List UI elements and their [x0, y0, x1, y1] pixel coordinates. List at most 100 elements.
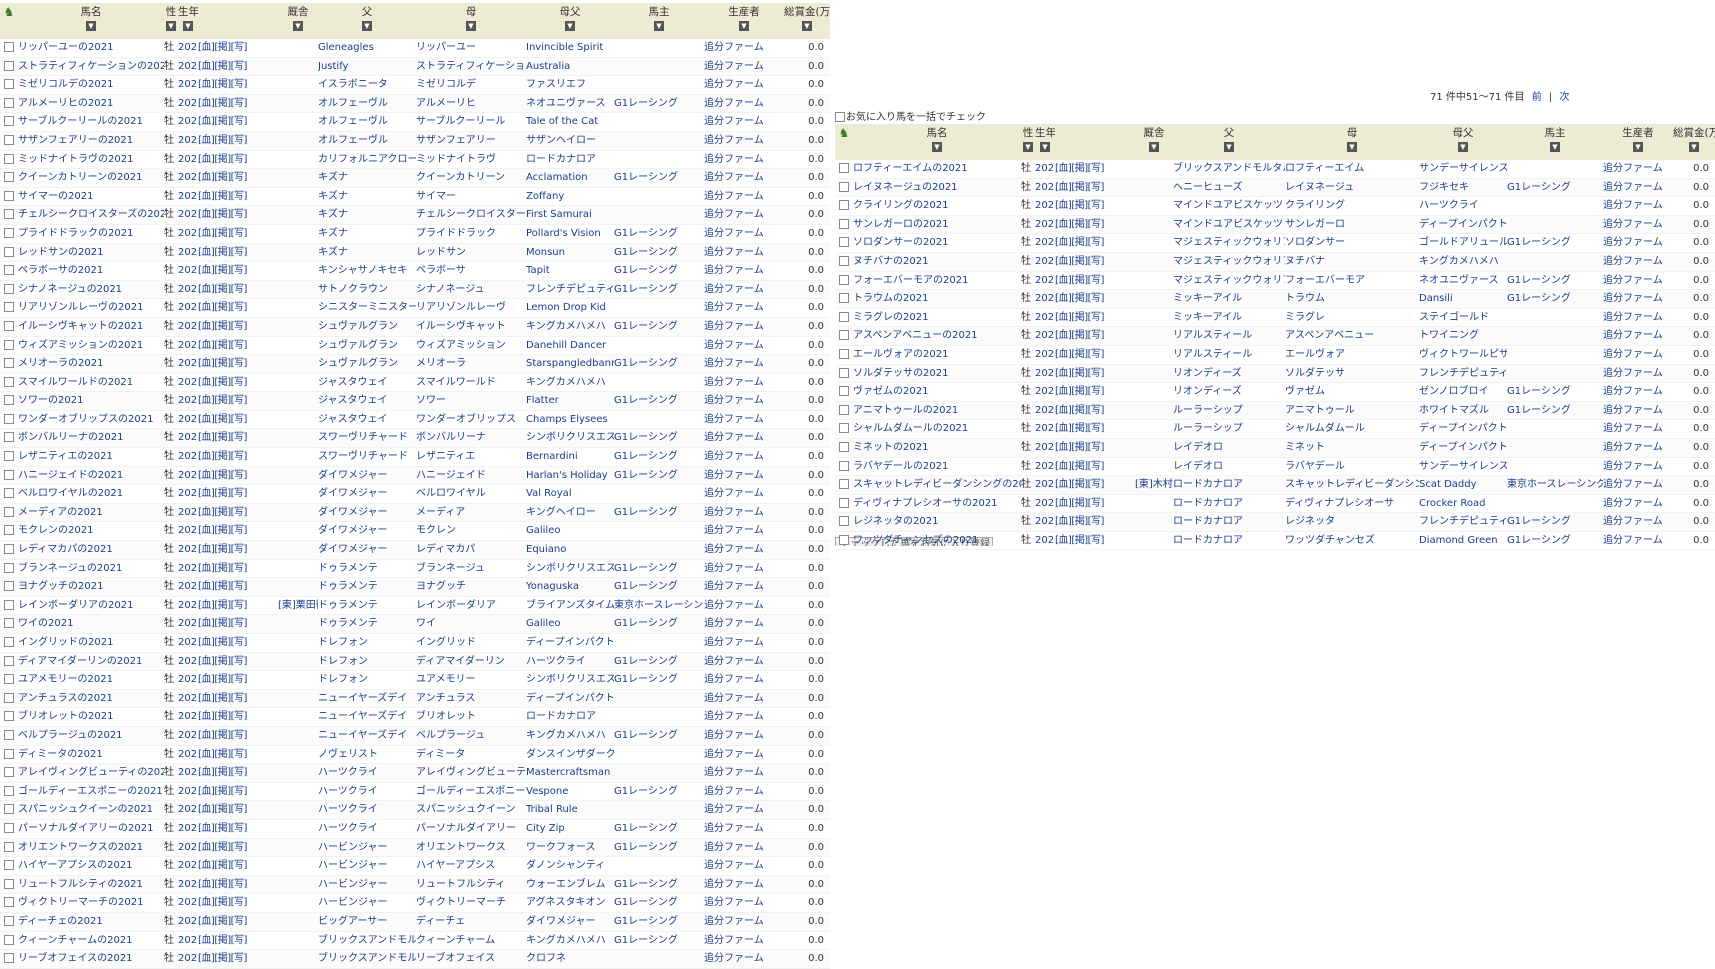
birth-year-link[interactable]: 2021 — [178, 172, 198, 183]
owner-link[interactable]: G1レーシング — [614, 730, 678, 741]
birth-year-link[interactable]: 2021 — [1035, 498, 1055, 509]
photo-link[interactable]: [写] — [231, 525, 248, 536]
breeder-link[interactable]: 追分ファーム — [704, 172, 764, 183]
bbs-link[interactable]: [掲] — [214, 395, 231, 406]
horse-name-link[interactable]: リーブオフェイスの2021 — [18, 953, 133, 964]
dam-link[interactable]: ディミータ — [416, 749, 465, 760]
bbs-link[interactable]: [掲] — [214, 749, 231, 760]
photo-link[interactable]: [写] — [1088, 256, 1105, 267]
damsire-link[interactable]: Starspangledbanner — [526, 358, 614, 369]
blood-link[interactable]: [血] — [198, 525, 215, 536]
photo-link[interactable]: [写] — [231, 711, 248, 722]
blood-link[interactable]: [血] — [198, 321, 215, 332]
blood-link[interactable]: [血] — [198, 209, 215, 220]
photo-link[interactable]: [写] — [231, 786, 248, 797]
owner-link[interactable]: G1レーシング — [614, 470, 678, 481]
dam-link[interactable]: ミッドナイトラヴ — [416, 154, 496, 165]
sire-link[interactable]: レイデオロ — [1173, 442, 1223, 453]
bbs-link[interactable]: [掲] — [214, 98, 231, 109]
dam-link[interactable]: フォーエバーモア — [1285, 275, 1365, 286]
damsire-link[interactable]: ロードカナロア — [526, 711, 596, 722]
breeder-link[interactable]: 追分ファーム — [704, 618, 764, 629]
bbs-link[interactable]: [掲] — [214, 284, 231, 295]
dam-link[interactable]: シナノネージュ — [416, 284, 485, 295]
blood-link[interactable]: [血] — [198, 470, 215, 481]
horse-name-link[interactable]: メーディアの2021 — [18, 507, 103, 518]
birth-year-link[interactable]: 2021 — [178, 730, 198, 741]
horse-name-link[interactable]: ブランネージュの2021 — [18, 563, 122, 574]
breeder-link[interactable]: 追分ファーム — [704, 321, 764, 332]
damsire-link[interactable]: Australia — [526, 61, 570, 72]
breeder-link[interactable]: 追分ファーム — [1603, 219, 1663, 230]
pager-next-link[interactable]: 次 — [1559, 92, 1569, 103]
horse-name-link[interactable]: チェルシークロイスターズの2021 — [18, 209, 164, 220]
birth-year-link[interactable]: 2021 — [1035, 293, 1055, 304]
blood-link[interactable]: [血] — [1055, 312, 1072, 323]
horse-name-link[interactable]: ソロダンサーの2021 — [853, 237, 948, 248]
bbs-link[interactable]: [掲] — [214, 804, 231, 815]
breeder-link[interactable]: 追分ファーム — [1603, 461, 1663, 472]
birth-year-link[interactable]: 2021 — [178, 79, 198, 90]
sire-link[interactable]: ハービンジャー — [318, 860, 388, 871]
sire-link[interactable]: Justify — [318, 61, 348, 72]
horse-name-link[interactable]: フォーエバーモアの2021 — [853, 275, 968, 286]
photo-link[interactable]: [写] — [231, 749, 248, 760]
sire-link[interactable]: ミッキーアイル — [1173, 293, 1242, 304]
photo-link[interactable]: [写] — [231, 507, 248, 518]
photo-link[interactable]: [写] — [231, 935, 248, 946]
horse-name-link[interactable]: サイマーの2021 — [18, 191, 93, 202]
breeder-link[interactable]: 追分ファーム — [704, 135, 764, 146]
birth-year-link[interactable]: 2021 — [178, 786, 198, 797]
birth-year-link[interactable]: 2021 — [178, 432, 198, 443]
bbs-link[interactable]: [掲] — [214, 377, 231, 388]
sire-link[interactable]: シニスターミニスター — [318, 302, 416, 313]
horse-name-link[interactable]: ゴールディーエスポニーの2021 — [18, 786, 163, 797]
damsire-link[interactable]: Invincible Spirit — [526, 42, 603, 53]
photo-link[interactable]: [写] — [231, 730, 248, 741]
breeder-link[interactable]: 追分ファーム — [704, 61, 764, 72]
bbs-link[interactable]: [掲] — [1071, 368, 1088, 379]
breeder-link[interactable]: 追分ファーム — [704, 767, 764, 778]
photo-link[interactable]: [写] — [231, 860, 248, 871]
breeder-link[interactable]: 追分ファーム — [1603, 330, 1663, 341]
checkbox-icon[interactable] — [4, 934, 14, 945]
horse-name-link[interactable]: ヨナグッチの2021 — [18, 581, 103, 592]
sort-money-icon[interactable]: ▼ — [802, 21, 812, 31]
blood-link[interactable]: [血] — [198, 265, 215, 276]
owner-link[interactable]: G1レーシング — [614, 358, 678, 369]
bbs-link[interactable]: [掲] — [214, 191, 231, 202]
photo-link[interactable]: [写] — [1088, 461, 1105, 472]
dam-link[interactable]: サザンフェアリー — [416, 135, 496, 146]
damsire-link[interactable]: サンデーサイレンス — [1419, 163, 1507, 174]
checkbox-icon[interactable] — [4, 525, 14, 536]
blood-link[interactable]: [血] — [198, 61, 215, 72]
breeder-link[interactable]: 追分ファーム — [704, 823, 764, 834]
sire-link[interactable]: シュヴァルグラン — [318, 321, 398, 332]
birth-year-link[interactable]: 2021 — [1035, 479, 1055, 490]
owner-link[interactable]: G1レーシング — [1507, 516, 1571, 527]
dam-link[interactable]: ストラティフィケーション — [416, 61, 526, 72]
birth-year-link[interactable]: 2021 — [1035, 349, 1055, 360]
photo-link[interactable]: [写] — [231, 191, 248, 202]
sire-link[interactable]: ニューイヤーズデイ — [318, 730, 407, 741]
horse-name-link[interactable]: ベルプラージュの2021 — [18, 730, 123, 741]
breeder-link[interactable]: 追分ファーム — [1603, 405, 1663, 416]
photo-link[interactable]: [写] — [231, 656, 248, 667]
owner-link[interactable]: G1レーシング — [614, 786, 678, 797]
horse-name-link[interactable]: リュートフルシティの2021 — [18, 879, 143, 890]
blood-link[interactable]: [血] — [198, 860, 215, 871]
damsire-link[interactable]: ダノンシャンティ — [526, 860, 605, 871]
bbs-link[interactable]: [掲] — [1071, 442, 1088, 453]
checkbox-icon[interactable] — [4, 469, 14, 480]
breeder-link[interactable]: 追分ファーム — [1603, 182, 1663, 193]
birth-year-link[interactable]: 2021 — [1035, 405, 1055, 416]
bbs-link[interactable]: [掲] — [1071, 516, 1088, 527]
bbs-link[interactable]: [掲] — [214, 209, 231, 220]
bbs-link[interactable]: [掲] — [214, 767, 231, 778]
owner-link[interactable]: G1レーシング — [1507, 405, 1571, 416]
damsire-link[interactable]: キングカメハメハ — [526, 730, 606, 741]
photo-link[interactable]: [写] — [231, 544, 248, 555]
photo-link[interactable]: [写] — [231, 116, 248, 127]
damsire-link[interactable]: ディープインパクト — [1419, 442, 1507, 453]
checkbox-icon[interactable] — [4, 599, 14, 610]
